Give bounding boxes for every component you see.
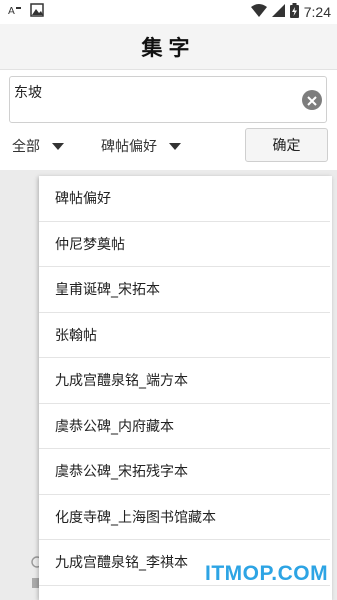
dropdown-item[interactable]: 九成宫醴泉铭_端方本 — [39, 358, 330, 404]
confirm-button[interactable]: 确定 — [245, 128, 328, 162]
notification-icon: A — [8, 4, 22, 20]
preference-filter[interactable]: 碑帖偏好 — [101, 136, 181, 156]
status-bar: A 7:24 — [0, 0, 337, 24]
svg-text:A: A — [8, 6, 15, 16]
scope-filter-label: 全部 — [12, 139, 40, 155]
dropdown-item[interactable]: 皇甫诞碑_宋拓本 — [39, 267, 330, 313]
page-title: 集字 — [141, 35, 196, 60]
image-icon — [30, 3, 44, 21]
scope-filter[interactable]: 全部 — [12, 136, 64, 156]
dropdown-item[interactable]: 碑帖偏好 — [39, 176, 330, 222]
battery-charging-icon — [289, 2, 299, 22]
clear-button[interactable] — [302, 90, 322, 110]
dropdown-item[interactable]: 仲尼梦奠帖 — [39, 222, 330, 267]
search-box — [9, 76, 327, 123]
dropdown-item[interactable]: 虞恭公碑_宋拓残字本 — [39, 449, 330, 495]
caret-down-icon — [169, 142, 181, 150]
dropdown-item[interactable]: 张翰帖 — [39, 313, 330, 358]
signal-icon — [271, 3, 285, 21]
preference-dropdown: 碑帖偏好 仲尼梦奠帖 皇甫诞碑_宋拓本 张翰帖 九成宫醴泉铭_端方本 虞恭公碑_… — [39, 176, 332, 600]
preference-filter-label: 碑帖偏好 — [101, 139, 157, 155]
dropdown-item[interactable]: 虞恭公碑_内府藏本 — [39, 404, 330, 449]
app-bar: 集字 — [0, 24, 337, 70]
close-icon — [307, 91, 317, 110]
wifi-icon — [250, 3, 267, 21]
dropdown-item[interactable]: 化度寺碑_上海图书馆藏本 — [39, 495, 330, 540]
caret-down-icon — [52, 142, 64, 150]
watermark: ITMOP.COM — [205, 562, 329, 585]
search-input[interactable] — [14, 82, 294, 102]
status-time: 7:24 — [303, 4, 331, 20]
